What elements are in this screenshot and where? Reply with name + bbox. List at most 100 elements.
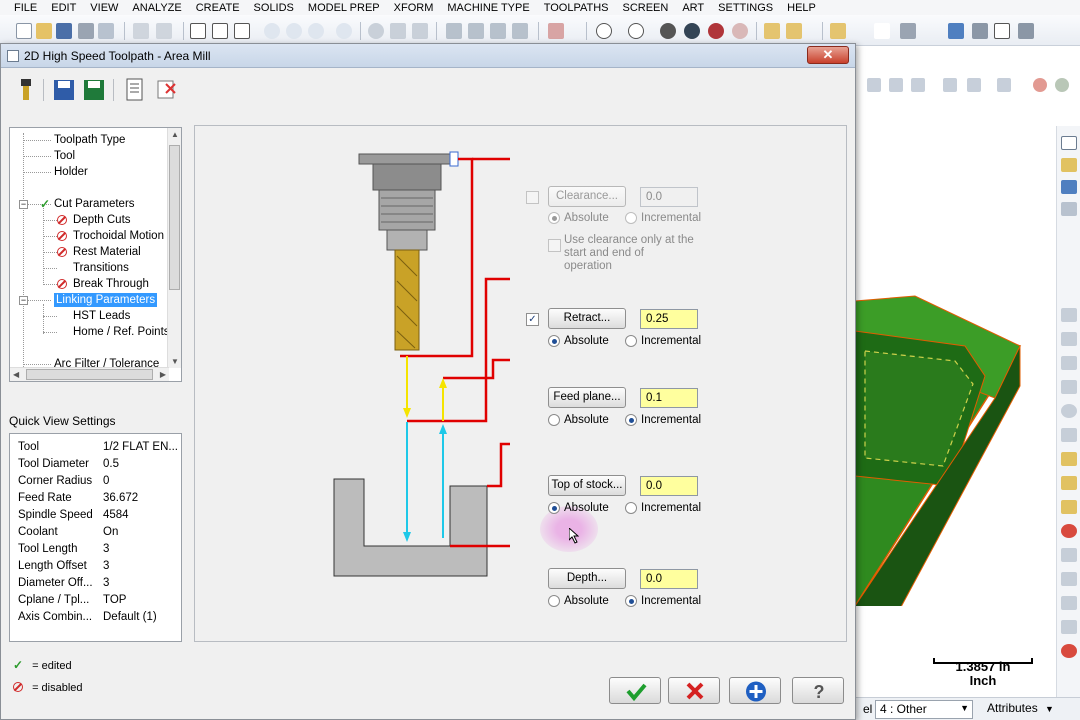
solids-icon[interactable] [1061, 202, 1077, 216]
help-icon[interactable] [874, 23, 890, 39]
shaded-icon[interactable] [660, 23, 676, 39]
help-button[interactable]: ? [792, 677, 844, 704]
clearance-incremental-radio[interactable] [625, 212, 637, 224]
retract-checkbox[interactable]: ✓ [526, 313, 539, 326]
zoom-unzoom-icon[interactable] [308, 23, 324, 39]
sketch-line-icon[interactable] [764, 23, 780, 39]
menu-toolpaths[interactable]: TOOLPATHS [537, 1, 616, 15]
attributes-button[interactable]: Attributes [983, 700, 1041, 719]
menu-settings[interactable]: SETTINGS [711, 1, 780, 15]
verify-icon[interactable] [1061, 180, 1077, 194]
top-of-stock-absolute-radio[interactable] [548, 502, 560, 514]
menu-analyze[interactable]: ANALYZE [125, 1, 188, 15]
stop-icon[interactable] [1033, 78, 1047, 92]
scroll-right-icon[interactable]: ▶ [160, 370, 166, 379]
calculator-icon[interactable] [972, 23, 988, 39]
fit-icon[interactable] [190, 23, 206, 39]
top-of-stock-input[interactable]: 0.0 [640, 476, 698, 496]
tree-expander[interactable]: − [19, 200, 28, 209]
top-of-stock-incremental-radio[interactable] [625, 502, 637, 514]
depth-input[interactable]: 0.0 [640, 569, 698, 589]
tree-item-cut-parameters[interactable]: Cut Parameters [54, 197, 135, 211]
dialog-titlebar[interactable]: 2D High Speed Toolpath - Area Mill ✕ [1, 44, 855, 68]
close-button[interactable]: ✕ [807, 46, 849, 64]
tree-expander[interactable]: − [19, 296, 28, 305]
scroll-thumb[interactable] [26, 369, 153, 380]
shaded-edges-icon[interactable] [684, 23, 700, 39]
toolpath-icon[interactable] [1061, 158, 1077, 172]
menu-machine-type[interactable]: MACHINE TYPE [440, 1, 536, 15]
menu-art[interactable]: ART [675, 1, 711, 15]
depth-incremental-radio[interactable] [625, 595, 637, 607]
save-library-icon[interactable] [83, 78, 105, 102]
menu-screen[interactable]: SCREEN [615, 1, 675, 15]
view-front-icon[interactable] [468, 23, 484, 39]
ok-button[interactable] [609, 677, 661, 704]
tree-item-linking-parameters[interactable]: Linking Parameters [54, 293, 158, 307]
undo-icon[interactable] [133, 23, 149, 39]
tool-icon[interactable] [15, 78, 37, 102]
mask-icon[interactable] [889, 78, 903, 92]
save-icon[interactable] [56, 23, 72, 39]
top-of-stock-button[interactable]: Top of stock... [548, 475, 626, 496]
retract-absolute-radio[interactable] [548, 335, 560, 347]
settings-gear-icon[interactable] [948, 23, 964, 39]
drafting-icon[interactable] [1061, 572, 1077, 586]
properties-icon[interactable] [1061, 136, 1077, 150]
delete-page-icon[interactable] [155, 78, 177, 102]
material-icon[interactable] [708, 23, 724, 39]
save-icon[interactable] [53, 78, 75, 102]
tree-item-depth-cuts[interactable]: Depth Cuts [73, 213, 131, 227]
offset-icon[interactable] [1061, 380, 1077, 394]
mask-icon[interactable] [997, 78, 1011, 92]
print-preview-icon[interactable] [98, 23, 114, 39]
mask-icon[interactable] [943, 78, 957, 92]
measure-icon[interactable] [900, 23, 916, 39]
view-top-icon[interactable] [446, 23, 462, 39]
dynamic-rotate-icon[interactable] [412, 23, 428, 39]
feed-plane-button[interactable]: Feed plane... [548, 387, 626, 408]
menu-solids[interactable]: SOLIDS [247, 1, 301, 15]
translucency-icon[interactable] [732, 23, 748, 39]
tree-vertical-scrollbar[interactable]: ▲ ▼ [167, 128, 181, 368]
zoom-out-icon[interactable] [286, 23, 302, 39]
notes-icon[interactable] [124, 78, 146, 102]
tree-item-hst-leads[interactable]: HST Leads [73, 309, 130, 323]
feed-plane-incremental-radio[interactable] [625, 414, 637, 426]
mirror-icon[interactable] [1061, 620, 1077, 634]
pan-icon[interactable] [390, 23, 406, 39]
graphics-viewport[interactable]: 1.3857 in Inch [855, 46, 1080, 720]
view-iso-icon[interactable] [512, 23, 528, 39]
cancel-icon[interactable] [1061, 644, 1077, 658]
group-icon[interactable] [1061, 500, 1077, 514]
tree-item-tool[interactable]: Tool [54, 149, 75, 163]
level-dropdown[interactable]: 4 : Other ▼ [875, 700, 973, 719]
depth-button[interactable]: Depth... [548, 568, 626, 589]
clearance-start-end-checkbox[interactable] [548, 239, 561, 252]
attributes-dropdown[interactable]: ▼ [1041, 700, 1061, 719]
scroll-thumb[interactable] [169, 145, 180, 290]
scroll-down-icon[interactable]: ▼ [171, 357, 179, 366]
menu-xform[interactable]: XFORM [387, 1, 441, 15]
menu-view[interactable]: VIEW [83, 1, 125, 15]
chain-icon[interactable] [1061, 332, 1077, 346]
zoom-previous-icon[interactable] [336, 23, 352, 39]
zoom-in-icon[interactable] [264, 23, 280, 39]
tree-item-holder[interactable]: Holder [54, 165, 88, 179]
tree-item-home-ref-points[interactable]: Home / Ref. Points [73, 325, 170, 339]
ok-icon[interactable] [1055, 78, 1069, 92]
sketch-arc-icon[interactable] [786, 23, 802, 39]
rotate-icon[interactable] [368, 23, 384, 39]
clearance-input[interactable]: 0.0 [640, 187, 698, 207]
circle-icon[interactable] [1061, 404, 1077, 418]
stop-icon[interactable] [1061, 524, 1077, 538]
zoom-window-icon[interactable] [212, 23, 228, 39]
tree-horizontal-scrollbar[interactable]: ◀ ▶ [10, 367, 169, 381]
select-icon[interactable] [1061, 308, 1077, 322]
trim-icon[interactable] [1061, 356, 1077, 370]
parameter-tree[interactable]: Toolpath Type Tool Holder − ✓ Cut Parameters D… [9, 127, 182, 382]
new-file-icon[interactable] [16, 23, 32, 39]
zoom-target-icon[interactable] [234, 23, 250, 39]
clearance-checkbox[interactable] [526, 191, 539, 204]
rotate-part-icon[interactable] [1061, 428, 1077, 442]
